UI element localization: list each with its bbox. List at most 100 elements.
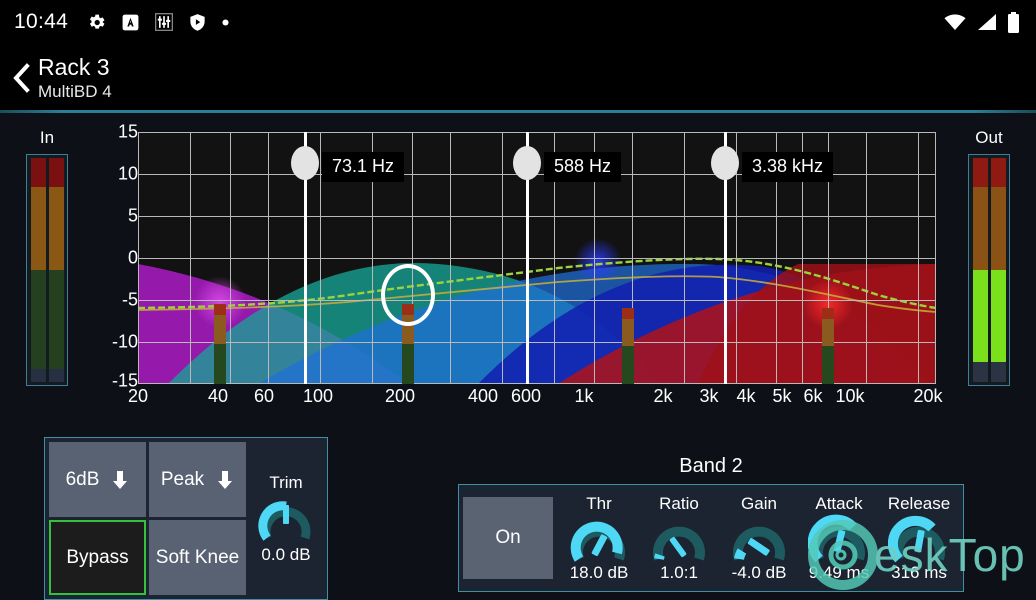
x-tick: 400 [467,386,499,406]
meter-segment-green-active [972,270,988,362]
eq-graph[interactable]: 15 10 5 0 -5 -10 -15 73.1 Hz 588 Hz 3.38… [100,122,943,414]
y-tick: -10 [111,331,138,352]
status-notification-icons [86,12,230,33]
input-meter: In [26,128,68,386]
global-controls-panel: 6dB Peak Bypass Soft Knee Trim 0.0 dB [44,437,328,600]
band-meter-red [822,308,834,319]
gridline-h [138,342,936,343]
graph-plot-area[interactable]: 73.1 Hz 588 Hz 3.38 kHz [138,132,936,384]
threshold-value: 18.0 dB [569,562,629,582]
x-tick: 6k [803,386,823,406]
band-level-meter [214,304,226,384]
crossover-handle-3[interactable] [711,146,739,180]
band-meter-green [402,343,414,384]
input-meter-channel-l [30,158,46,382]
selected-band-ring[interactable] [381,264,435,326]
band-level-meter [622,308,634,384]
band-meter-amber [822,318,834,346]
output-meter-channel-r [990,158,1006,382]
page-title: Rack 3 [38,53,110,80]
back-button[interactable] [4,44,38,112]
soft-knee-label: Soft Knee [155,546,240,568]
ratio-label: Ratio [659,493,699,513]
meter-segment-red [990,158,1006,188]
soft-knee-button[interactable]: Soft Knee [149,520,246,595]
output-meter-box [968,154,1010,386]
x-tick: 20k [913,386,943,406]
chevron-down-icon [113,470,128,489]
attack-knob-icon[interactable] [808,512,870,566]
bypass-button[interactable]: Bypass [49,520,146,595]
trim-knob-icon[interactable] [257,494,315,544]
meter-segment-green [48,270,64,369]
band-on-label: On [495,527,521,548]
gridline-h [138,300,936,301]
input-meter-label: In [39,128,55,147]
release-control[interactable]: Release 316 ms [879,494,959,583]
trim-label: Trim [269,472,303,492]
trim-value: 0.0 dB [261,544,311,564]
band-on-button[interactable]: On [463,497,553,579]
band-meter-red [622,308,634,319]
shield-play-icon [190,14,205,31]
crossover-label-1: 73.1 Hz [322,152,405,182]
y-tick: 5 [127,205,138,226]
x-tick: 10k [835,386,865,406]
x-tick: 2k [653,386,673,406]
x-tick: 200 [384,386,416,406]
meter-segment-red [972,158,988,188]
graph-y-axis: 15 10 5 0 -5 -10 -15 [100,122,138,391]
attack-value: 9.49 ms [808,562,870,582]
crossover-label-2: 588 Hz [544,152,622,182]
status-bar: 10:44 [0,0,1036,44]
gridline-h [138,216,936,217]
meter-segment-red [48,158,64,188]
bypass-label: Bypass [66,546,129,568]
y-tick: 10 [117,163,138,184]
crossover-handle-2[interactable] [513,146,541,180]
ratio-value: 1.0:1 [660,562,698,582]
detector-value: Peak [160,468,205,490]
equalizer-icon [155,13,174,31]
slope-dropdown[interactable]: 6dB [49,442,146,517]
meter-segment-amber [990,187,1006,270]
battery-icon [1008,11,1019,33]
x-tick: 4k [736,386,756,406]
y-tick: 0 [127,247,138,268]
meter-segment-idle [48,368,64,382]
ratio-control[interactable]: Ratio 1.0:1 [639,494,719,583]
y-tick: 15 [117,121,138,142]
threshold-control[interactable]: Thr 18.0 dB [559,494,639,583]
output-meter-channel-l [972,158,988,382]
attack-control[interactable]: Attack 9.49 ms [799,494,879,583]
output-meter-label: Out [975,128,1003,147]
status-system-icons [943,11,1020,33]
gear-icon [90,14,105,29]
attack-label: Attack [815,493,863,513]
global-controls-grid: 6dB Peak Bypass Soft Knee [49,442,246,595]
x-tick: 3k [699,386,719,406]
band-meter-green [822,345,834,384]
gain-control[interactable]: Gain -4.0 dB [719,494,799,583]
signal-icon [978,14,996,30]
gain-knob-icon[interactable] [728,512,790,566]
trim-control[interactable]: Trim 0.0 dB [249,442,323,595]
crossover-handle-1[interactable] [291,146,319,180]
ratio-knob-icon[interactable] [648,512,710,566]
band-meter-red [214,304,226,316]
band-meter-green [622,345,634,384]
threshold-knob-icon[interactable] [568,512,630,566]
meter-segment-amber [48,187,64,270]
x-tick: 40 [207,386,229,406]
gain-label: Gain [741,493,777,513]
x-tick: 60 [253,386,275,406]
release-knob-icon[interactable] [888,512,950,566]
status-clock: 10:44 [14,10,69,33]
gridline-h [138,132,936,133]
dot-icon [222,18,229,26]
detector-dropdown[interactable]: Peak [149,442,246,517]
threshold-label: Thr [586,493,612,513]
header-divider [0,110,1036,113]
x-tick: 20 [127,386,149,406]
gridline-h [138,258,936,259]
